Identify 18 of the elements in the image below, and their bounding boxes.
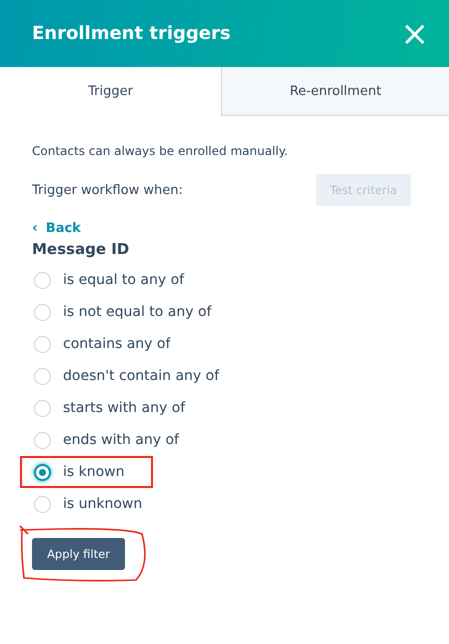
trigger-label: Trigger workflow when: xyxy=(32,182,183,198)
back-label: Back xyxy=(46,220,81,236)
option-label[interactable]: starts with any of xyxy=(63,400,186,416)
option-label[interactable]: ends with any of xyxy=(63,432,179,448)
option-label[interactable]: doesn't contain any of xyxy=(63,368,220,384)
apply-filter-button[interactable]: Apply filter xyxy=(32,538,125,570)
option-label[interactable]: is not equal to any of xyxy=(63,304,212,320)
radio-button[interactable] xyxy=(34,464,51,480)
tab[interactable]: Re-enrollment xyxy=(221,67,449,116)
option-label[interactable]: is unknown xyxy=(63,496,142,512)
option-label[interactable]: contains any of xyxy=(63,336,170,352)
chevron-icon: ‹ xyxy=(32,220,38,236)
option-label[interactable]: is equal to any of xyxy=(63,272,184,288)
panel-title: Enrollment triggers xyxy=(32,23,231,44)
back-link[interactable]: ‹ Back xyxy=(32,220,417,236)
info-text: Contacts can always be enrolled manually. xyxy=(32,144,289,158)
option-label[interactable]: is known xyxy=(63,464,125,480)
property-name: Message ID xyxy=(32,240,130,258)
